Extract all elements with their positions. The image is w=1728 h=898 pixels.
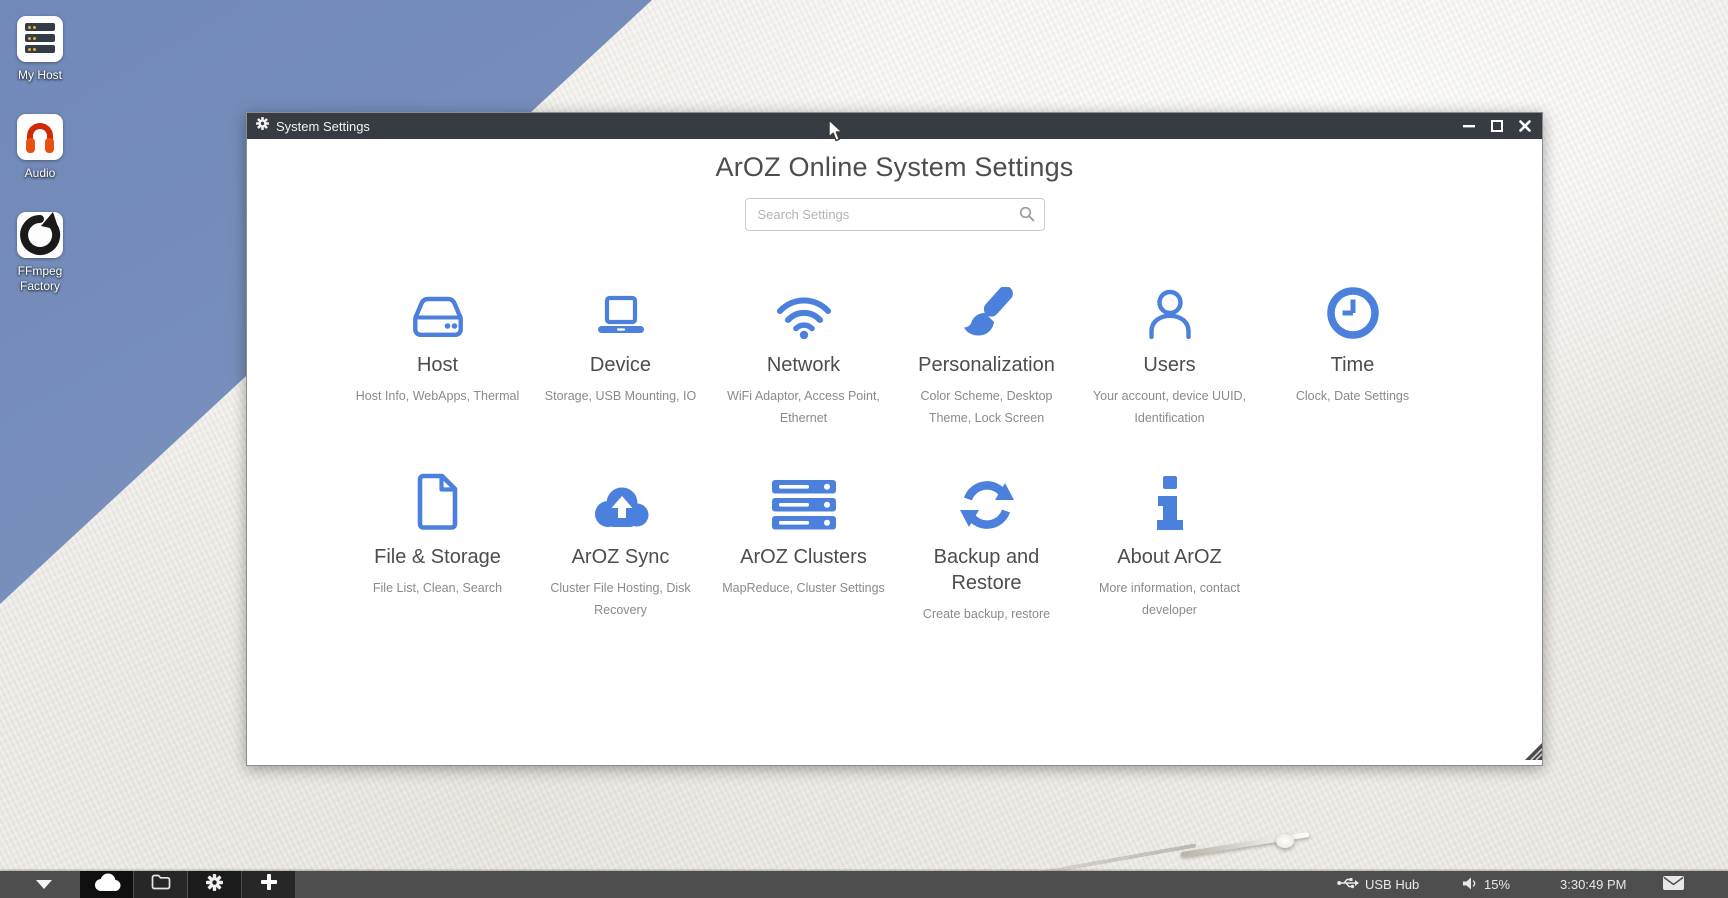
tile-users[interactable]: Users Your account, device UUID, Identif…	[1078, 279, 1261, 429]
tile-title: ArOZ Sync	[550, 544, 692, 570]
window-resize-handle[interactable]	[1525, 743, 1542, 765]
taskbar-volume-status[interactable]: 15%	[1463, 871, 1510, 898]
taskbar-app-cloud[interactable]	[80, 871, 133, 898]
window-content: ArOZ Online System Settings	[247, 139, 1542, 765]
user-icon	[1078, 279, 1261, 339]
headphones-icon	[17, 114, 63, 160]
taskbar-app-files[interactable]	[134, 871, 187, 898]
cloud-upload-icon	[529, 471, 712, 531]
taskbar-add-button[interactable]	[242, 871, 295, 898]
search-icon	[1019, 206, 1035, 227]
server-icon	[712, 471, 895, 531]
usb-icon	[1337, 877, 1359, 892]
circular-arrow-icon	[17, 212, 63, 258]
wifi-icon	[712, 279, 895, 339]
folder-icon	[151, 874, 171, 895]
tile-title: Network	[733, 352, 875, 378]
tile-network[interactable]: Network WiFi Adaptor, Access Point, Ethe…	[712, 279, 895, 429]
tile-subtitle: MapReduce, Cluster Settings	[718, 577, 890, 599]
taskbar: USB Hub 15% 3:30:49 PM	[0, 871, 1728, 898]
close-button[interactable]	[1516, 117, 1534, 135]
taskbar-clock: 3:30:49 PM	[1560, 871, 1627, 898]
envelope-icon	[1663, 876, 1684, 893]
desktop-icon-my-host[interactable]: My Host	[0, 16, 80, 83]
desktop: My Host Audio FFmpeg Factory	[0, 0, 1728, 898]
file-icon	[346, 471, 529, 531]
taskbar-usb-status[interactable]: USB Hub	[1337, 871, 1419, 898]
tile-title: Personalization	[916, 352, 1058, 378]
refresh-icon	[895, 471, 1078, 531]
tile-title: Backup and Restore	[916, 544, 1058, 596]
hdd-icon	[346, 279, 529, 339]
tile-subtitle: Color Scheme, Desktop Theme, Lock Screen	[901, 385, 1073, 429]
tile-device[interactable]: Device Storage, USB Mounting, IO	[529, 279, 712, 429]
desktop-icon-label: Audio	[0, 166, 80, 181]
cloud-icon	[92, 872, 122, 897]
tile-file-storage[interactable]: File & Storage File List, Clean, Search	[346, 471, 529, 625]
maximize-button[interactable]	[1488, 117, 1506, 135]
info-icon	[1078, 471, 1261, 531]
tile-title: About ArOZ	[1099, 544, 1241, 570]
desktop-icon-label: FFmpeg Factory	[0, 264, 80, 294]
search-input[interactable]	[745, 198, 1045, 231]
gear-icon	[206, 874, 223, 896]
taskbar-menu-button[interactable]	[28, 871, 60, 898]
tile-personalization[interactable]: Personalization Color Scheme, Desktop Th…	[895, 279, 1078, 429]
server-rack-icon	[17, 16, 63, 62]
tile-backup-restore[interactable]: Backup and Restore Create backup, restor…	[895, 471, 1078, 625]
tile-host[interactable]: Host Host Info, WebApps, Thermal	[346, 279, 529, 429]
minimize-button[interactable]	[1460, 117, 1478, 135]
tile-title: Device	[550, 352, 692, 378]
gear-icon	[256, 117, 269, 135]
plus-icon	[261, 874, 277, 895]
tile-subtitle: Host Info, WebApps, Thermal	[352, 385, 524, 407]
clock-text: 3:30:49 PM	[1560, 877, 1627, 892]
window-title: System Settings	[276, 119, 370, 134]
speaker-icon	[1463, 877, 1478, 893]
tile-title: Host	[367, 352, 509, 378]
usb-label: USB Hub	[1365, 877, 1419, 892]
tile-title: File & Storage	[367, 544, 509, 570]
volume-percent: 15%	[1484, 877, 1510, 892]
window-titlebar[interactable]: System Settings	[247, 113, 1542, 139]
laptop-icon	[529, 279, 712, 339]
tile-subtitle: Storage, USB Mounting, IO	[535, 385, 707, 407]
taskbar-messages-button[interactable]	[1663, 871, 1684, 898]
tile-subtitle: WiFi Adaptor, Access Point, Ethernet	[718, 385, 890, 429]
tile-subtitle: Clock, Date Settings	[1267, 385, 1439, 407]
tile-title: ArOZ Clusters	[733, 544, 875, 570]
tile-subtitle: More information, contact developer	[1084, 577, 1256, 621]
chevron-down-icon	[36, 880, 52, 889]
tile-subtitle: Cluster File Hosting, Disk Recovery	[535, 577, 707, 621]
tile-subtitle: File List, Clean, Search	[352, 577, 524, 599]
tile-aroz-sync[interactable]: ArOZ Sync Cluster File Hosting, Disk Rec…	[529, 471, 712, 625]
search-box	[745, 198, 1045, 231]
tile-time[interactable]: Time Clock, Date Settings	[1261, 279, 1444, 429]
tile-title: Time	[1282, 352, 1424, 378]
taskbar-app-settings[interactable]	[188, 871, 241, 898]
desktop-icon-label: My Host	[0, 68, 80, 83]
tile-title: Users	[1099, 352, 1241, 378]
tile-aroz-clusters[interactable]: ArOZ Clusters MapReduce, Cluster Setting…	[712, 471, 895, 625]
desktop-icon-ffmpeg-factory[interactable]: FFmpeg Factory	[0, 212, 80, 294]
tile-about-aroz[interactable]: About ArOZ More information, contact dev…	[1078, 471, 1261, 625]
tile-subtitle: Create backup, restore	[901, 603, 1073, 625]
page-title: ArOZ Online System Settings	[247, 152, 1542, 183]
paint-brush-icon	[895, 279, 1078, 339]
clock-icon	[1261, 279, 1444, 339]
tile-subtitle: Your account, device UUID, Identificatio…	[1084, 385, 1256, 429]
desktop-icon-audio[interactable]: Audio	[0, 114, 80, 181]
wallpaper-twig-knot	[1276, 834, 1294, 848]
system-settings-window: System Settings ArOZ Online System Setti…	[246, 112, 1543, 766]
